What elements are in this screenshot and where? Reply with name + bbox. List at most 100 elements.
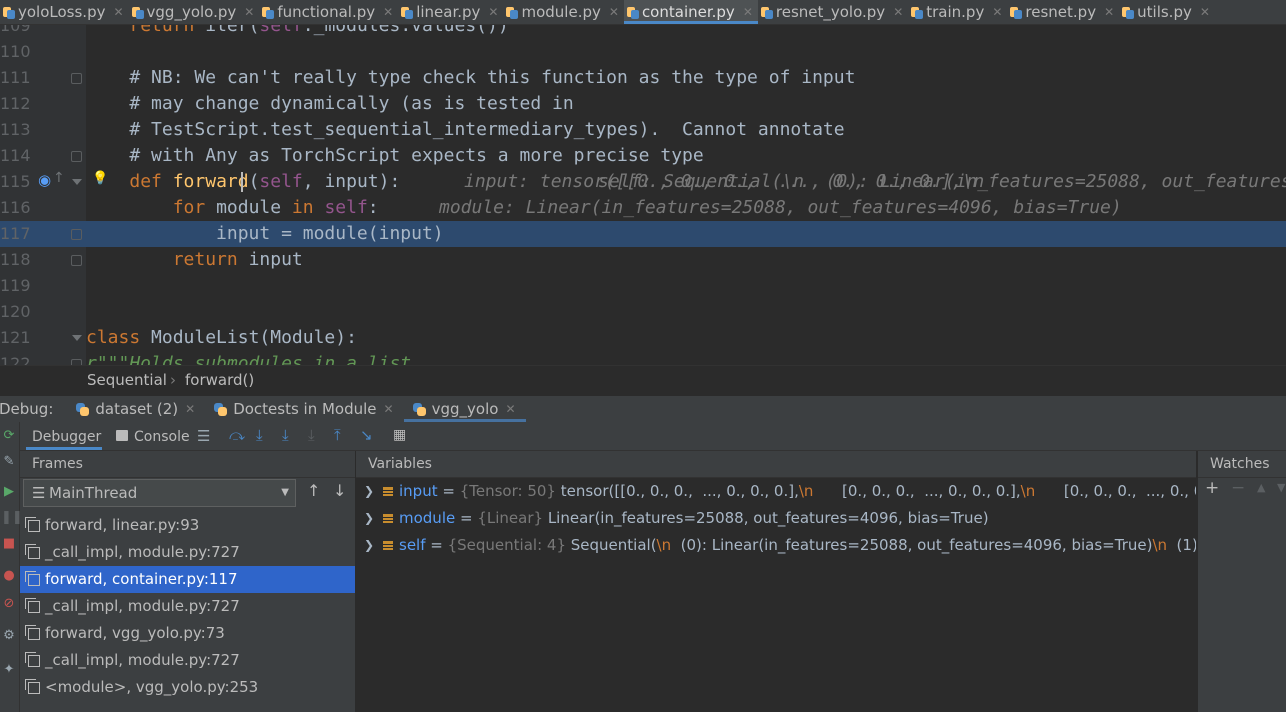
- code-editor[interactable]: 109 return iter(self._modules.values()) 1…: [0, 25, 1286, 365]
- expand-arrow-icon[interactable]: ❯: [364, 505, 374, 532]
- move-down-icon[interactable]: ▼: [1277, 481, 1285, 494]
- add-watch-icon[interactable]: +: [1205, 478, 1219, 498]
- settings-icon[interactable]: ⚙: [1, 628, 17, 644]
- editor-tab[interactable]: resnet_yolo.py ✕: [758, 0, 908, 24]
- code-line[interactable]: 115 def forward(self, input): input: tens…: [0, 169, 1286, 195]
- breadcrumb-class[interactable]: Sequential: [87, 371, 167, 389]
- move-up-icon[interactable]: ▲: [1257, 481, 1265, 494]
- code-line[interactable]: 109 return iter(self._modules.values()): [0, 25, 1286, 39]
- thread-select[interactable]: ☰ MainThread ▼: [23, 479, 296, 507]
- step-into-icon[interactable]: ⤓: [256, 426, 263, 444]
- code-line[interactable]: 110: [0, 39, 1286, 65]
- close-icon[interactable]: ✕: [488, 5, 498, 19]
- fold-marker-icon[interactable]: [71, 255, 82, 266]
- code-line[interactable]: 119: [0, 273, 1286, 299]
- code-line[interactable]: 111 # NB: We can't really type check thi…: [0, 65, 1286, 91]
- frame-item[interactable]: forward, linear.py:93: [20, 512, 355, 539]
- fold-marker-icon[interactable]: [72, 335, 82, 341]
- variable-row[interactable]: ❯ self = {Sequential: 4} Sequential(\n (0…: [356, 532, 1196, 559]
- editor-tab-active[interactable]: container.py ✕: [623, 0, 758, 24]
- step-into-my-code-icon[interactable]: ⤓: [282, 426, 289, 444]
- variable-row[interactable]: ❯ input = {Tensor: 50} tensor([[0., 0., 0…: [356, 478, 1196, 505]
- close-icon[interactable]: ✕: [185, 402, 195, 416]
- python-icon: [75, 402, 90, 417]
- frame-item[interactable]: <module>, vgg_yolo.py:253: [20, 674, 355, 701]
- frame-item[interactable]: _call_impl, module.py:727: [20, 647, 355, 674]
- breadcrumb-separator: ›: [170, 371, 176, 389]
- step-over-icon[interactable]: ⤼: [229, 426, 245, 444]
- close-icon[interactable]: ✕: [244, 5, 254, 19]
- code-line[interactable]: 120: [0, 299, 1286, 325]
- tab-console[interactable]: Console: [134, 429, 190, 445]
- fold-marker-icon[interactable]: [72, 179, 82, 185]
- debug-session-tab-active[interactable]: vgg_yolo ✕: [403, 396, 526, 422]
- expand-arrow-icon[interactable]: ❯: [364, 532, 374, 559]
- stop-icon[interactable]: ■: [1, 536, 17, 552]
- frame-item[interactable]: _call_impl, module.py:727: [20, 539, 355, 566]
- variable-text: self = {Sequential: 4} Sequential(\n (0)…: [399, 532, 1196, 559]
- variable-row[interactable]: ❯ module = {Linear} Linear(in_features=25…: [356, 505, 1196, 532]
- frame-item[interactable]: _call_impl, module.py:727: [20, 593, 355, 620]
- code-line[interactable]: 112 # may change dynamically (as is test…: [0, 91, 1286, 117]
- editor-tab[interactable]: resnet.py ✕: [1007, 0, 1119, 24]
- editor-tab[interactable]: vgg_yolo.py ✕: [129, 0, 260, 24]
- frame-label: forward, container.py:117: [45, 570, 238, 588]
- code-text: def forward(self, input):: [129, 171, 401, 192]
- remove-watch-icon[interactable]: −: [1231, 478, 1245, 498]
- view-breakpoints-icon[interactable]: ●: [1, 568, 17, 584]
- fold-marker-icon[interactable]: [71, 73, 82, 84]
- tab-debugger[interactable]: Debugger: [32, 429, 101, 445]
- next-frame-icon[interactable]: ↓: [333, 481, 346, 500]
- code-line[interactable]: 121 class ModuleList(Module):: [0, 325, 1286, 351]
- code-line[interactable]: 113 # TestScript.test_sequential_interme…: [0, 117, 1286, 143]
- editor-tab-label: module.py: [521, 3, 601, 21]
- close-icon[interactable]: ✕: [1104, 5, 1114, 19]
- close-icon[interactable]: ✕: [113, 5, 123, 19]
- close-icon[interactable]: ✕: [743, 5, 753, 19]
- editor-tab[interactable]: train.py ✕: [908, 0, 1007, 24]
- code-line[interactable]: 122 r"""Holds submodules in a list.: [0, 351, 1286, 365]
- python-file-icon: [911, 6, 924, 19]
- breadcrumb-method[interactable]: forward(): [185, 371, 254, 389]
- code-line[interactable]: 118 return input: [0, 247, 1286, 273]
- frame-icon: [25, 679, 40, 694]
- close-icon[interactable]: ✕: [609, 5, 619, 19]
- editor-tab[interactable]: linear.py ✕: [398, 0, 503, 24]
- code-line[interactable]: 114 # with Any as TorchScript expects a …: [0, 143, 1286, 169]
- close-icon[interactable]: ✕: [384, 402, 394, 416]
- code-line[interactable]: 117 input = module(input): [0, 221, 1286, 247]
- close-icon[interactable]: ✕: [893, 5, 903, 19]
- debug-session-tab[interactable]: Doctests in Module ✕: [205, 396, 403, 422]
- wrench-icon[interactable]: ✎: [1, 454, 17, 470]
- close-icon[interactable]: ✕: [383, 5, 393, 19]
- close-icon[interactable]: ✕: [505, 402, 515, 416]
- pause-icon[interactable]: ❚❚: [1, 510, 23, 526]
- fold-marker-icon[interactable]: [71, 229, 82, 240]
- previous-frame-icon[interactable]: ↑: [307, 481, 320, 500]
- rerun-icon[interactable]: ⟳: [1, 428, 17, 444]
- editor-tab[interactable]: functional.py ✕: [259, 0, 398, 24]
- code-text: return input: [172, 249, 303, 270]
- evaluate-expression-icon[interactable]: ▦: [393, 427, 406, 443]
- frame-item[interactable]: forward, container.py:117: [20, 566, 355, 593]
- editor-tab[interactable]: yoloLoss.py ✕: [0, 0, 129, 24]
- expand-arrow-icon[interactable]: ❯: [364, 478, 374, 505]
- editor-tab[interactable]: module.py ✕: [503, 0, 623, 24]
- mute-breakpoints-icon[interactable]: ⊘: [1, 596, 17, 612]
- force-step-into-icon[interactable]: ⤓: [308, 426, 315, 444]
- debug-session-tab[interactable]: dataset (2) ✕: [67, 396, 205, 422]
- step-out-icon[interactable]: ⤒: [334, 426, 341, 444]
- python-file-icon: [262, 6, 275, 19]
- editor-tab[interactable]: utils.py ✕: [1119, 0, 1215, 24]
- close-icon[interactable]: ✕: [1200, 5, 1210, 19]
- breakpoint-marker-icon[interactable]: ◉: [38, 171, 51, 189]
- fold-marker-icon[interactable]: [71, 151, 82, 162]
- resume-icon[interactable]: ▶: [1, 484, 17, 500]
- pin-icon[interactable]: ✦: [1, 662, 17, 678]
- show-execution-point-icon[interactable]: ☰: [197, 427, 210, 445]
- code-line[interactable]: 116 for module in self: module: Linear(in…: [0, 195, 1286, 221]
- lightbulb-icon[interactable]: 💡: [92, 171, 108, 186]
- close-icon[interactable]: ✕: [992, 5, 1002, 19]
- run-to-cursor-icon[interactable]: ↘: [360, 426, 373, 444]
- frame-item[interactable]: forward, vgg_yolo.py:73: [20, 620, 355, 647]
